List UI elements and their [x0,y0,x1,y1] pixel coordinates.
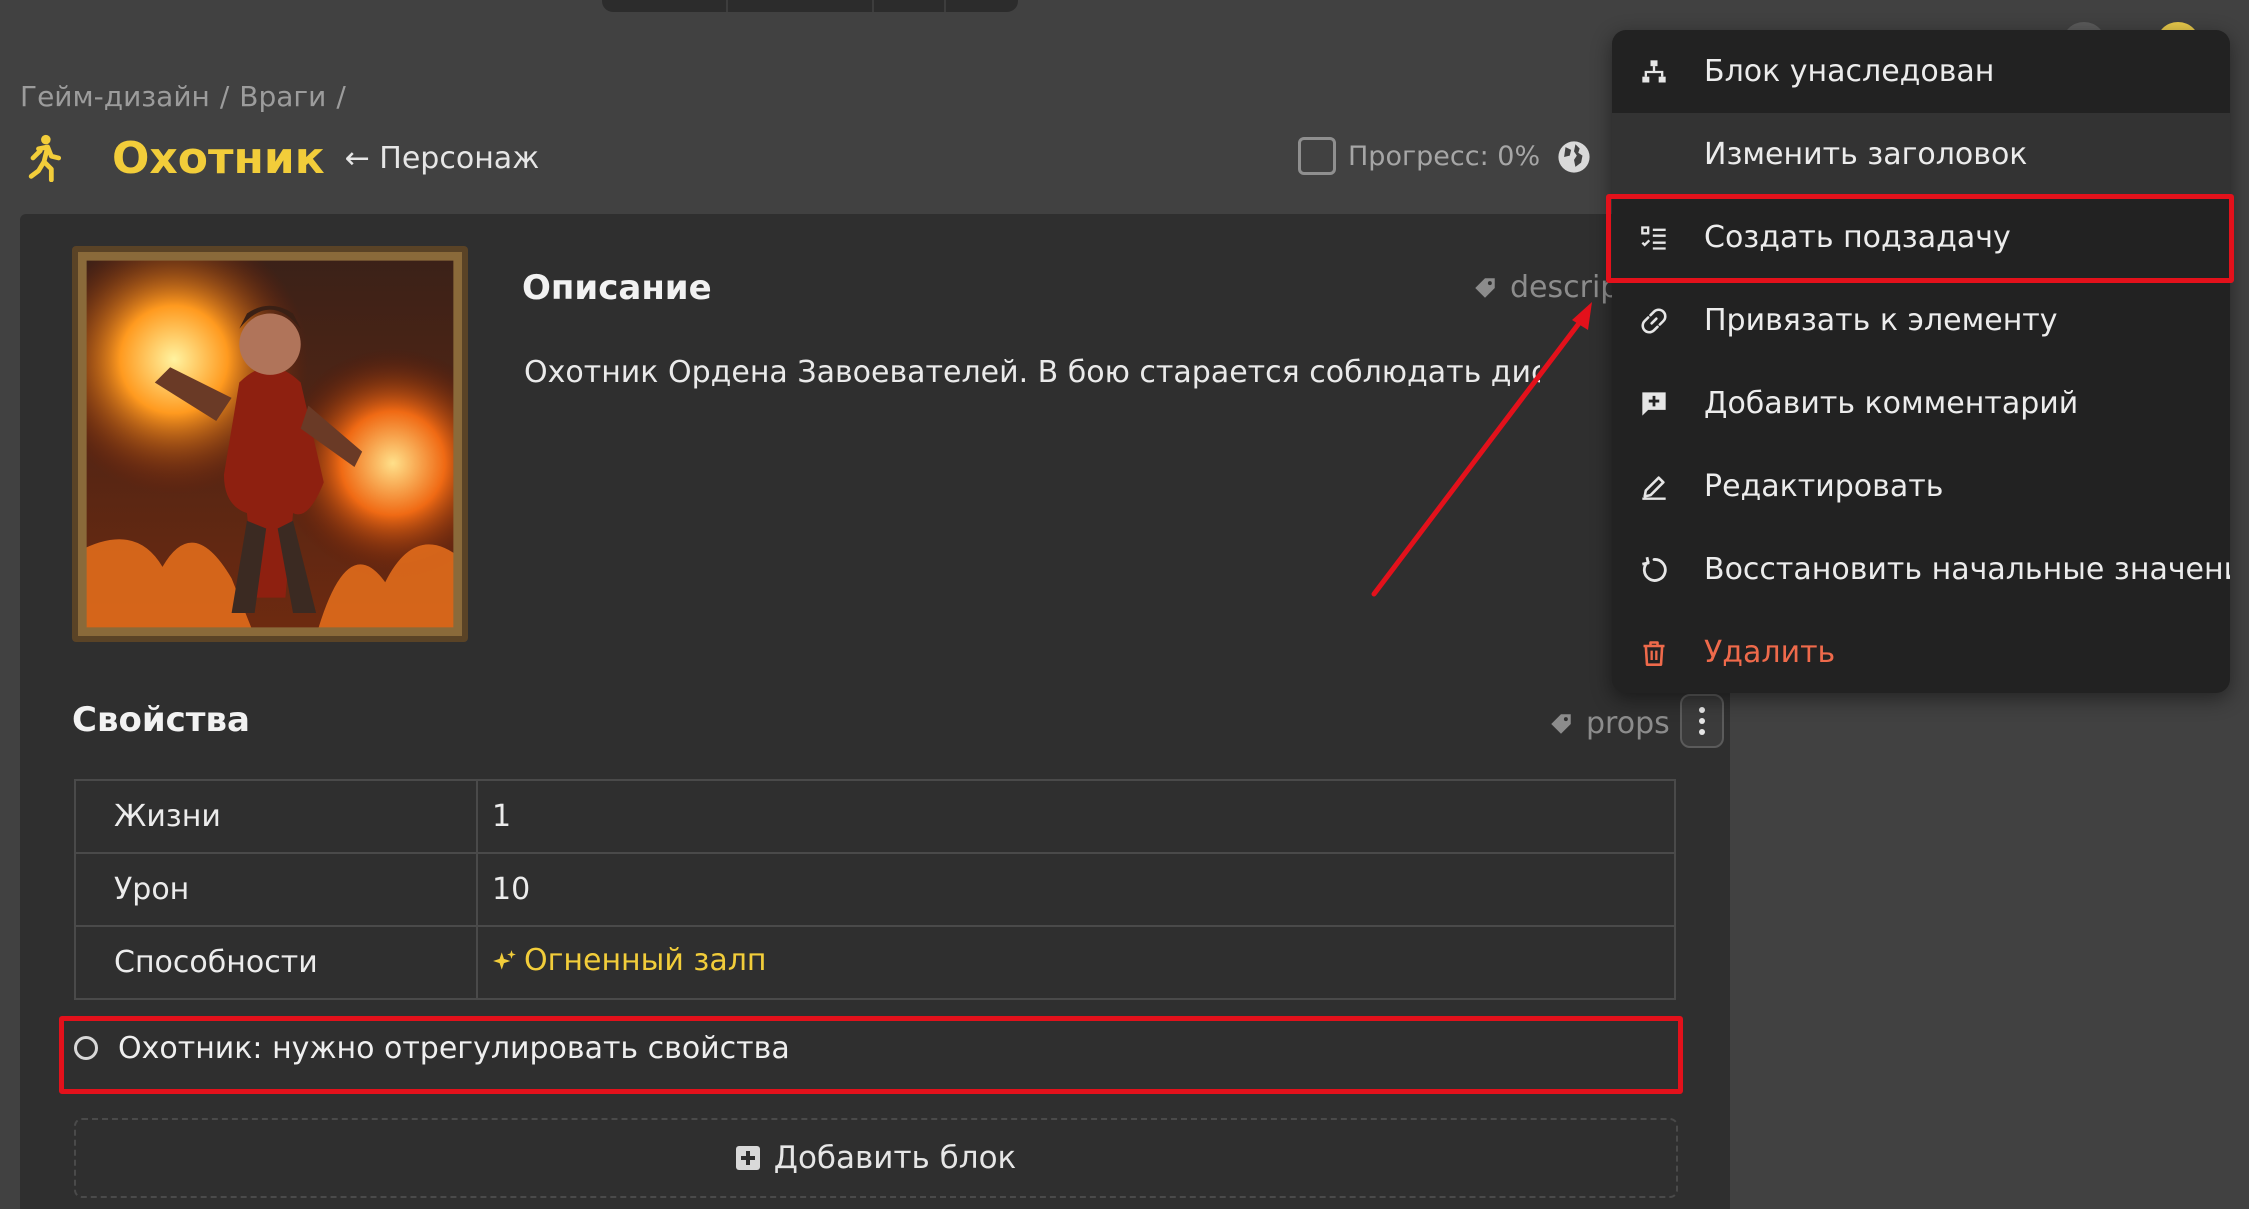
menu-item-link[interactable]: Привязать к элементу [1612,279,2230,362]
menu-item-label: Добавить комментарий [1704,386,2079,421]
trash-icon [1643,641,1665,666]
properties-title: Свойства [72,700,250,740]
menu-item-reset[interactable]: Восстановить начальные значения [1612,528,2230,611]
properties-tag[interactable]: props [1548,706,1670,741]
pencil-icon [1642,476,1666,500]
annotation-highlight-subtask [59,1016,1683,1094]
properties-tag-label: props [1586,706,1670,741]
type-link[interactable]: ← Персонаж [345,141,540,176]
property-value[interactable]: 1 [476,779,1676,854]
tag-icon [1551,713,1571,734]
reset-icon [1642,556,1667,582]
property-value-cell: Огненный залп [476,925,1676,1000]
globe-icon[interactable] [1557,140,1591,174]
hierarchy-icon [1642,60,1666,83]
annotation-highlight-menu-item [1606,194,2234,283]
breadcrumb: Гейм-дизайн / Враги / [20,80,346,113]
table-row[interactable]: Жизни 1 [74,779,1676,854]
annotation-arrow [1371,302,1592,597]
ability-label: Огненный залп [524,943,767,979]
menu-item-label: Изменить заголовок [1704,137,2028,172]
table-row[interactable]: Способности Огненный залп [74,925,1676,1000]
menu-item-label: Привязать к элементу [1704,303,2058,338]
character-walk-icon [28,134,62,182]
table-row[interactable]: Урон 10 [74,852,1676,927]
title-row: Охотник ← Персонаж [22,128,539,188]
menu-item-add-comment[interactable]: Добавить комментарий [1612,362,2230,445]
add-block-label: Добавить блок [773,1140,1017,1176]
block-menu-button[interactable] [1680,694,1724,748]
character-portrait[interactable] [72,246,468,642]
plus-square-icon [735,1146,760,1170]
menu-item-rename[interactable]: Изменить заголовок [1612,113,2230,196]
property-key: Способности [74,925,478,1000]
description-title: Описание [522,268,712,308]
add-block-button[interactable]: Добавить блок [74,1118,1678,1198]
kebab-dot [1699,729,1705,735]
kebab-dot [1699,707,1705,713]
progress-label: Прогресс: 0% [1348,140,1541,172]
properties-table: Жизни 1 Урон 10 Способности Огненный зал… [74,779,1676,1000]
block-context-menu: Блок унаследован Изменить заголовок Созд… [1612,30,2230,693]
page-title[interactable]: Охотник [112,133,325,184]
menu-item-edit[interactable]: Редактировать [1612,445,2230,528]
kebab-dot [1699,718,1705,724]
ability-link[interactable]: Огненный залп [492,943,767,978]
link-icon [1641,308,1667,334]
menu-item-delete[interactable]: Удалить [1612,611,2230,693]
property-key: Жизни [74,779,478,854]
breadcrumb-separator: / [336,80,346,113]
menu-item-label: Редактировать [1704,469,1944,504]
menu-item-label: Удалить [1704,635,1836,670]
menu-item-label: Восстановить начальные значения [1704,552,2230,587]
property-key: Урон [74,852,478,927]
top-toolbar[interactable] [602,0,1018,12]
comment-plus-icon [1642,392,1666,416]
sparkles-icon [493,949,516,970]
menu-item-label: Блок унаследован [1704,54,1995,89]
menu-item-inherited[interactable]: Блок унаследован [1612,30,2230,113]
progress-control[interactable]: Прогресс: 0% [1298,137,1540,175]
breadcrumb-item-enemies[interactable]: Враги [239,80,326,113]
breadcrumb-item-game-design[interactable]: Гейм-дизайн [20,80,210,113]
breadcrumb-separator: / [219,80,230,113]
progress-checkbox[interactable] [1298,137,1336,175]
property-value[interactable]: 10 [476,852,1676,927]
